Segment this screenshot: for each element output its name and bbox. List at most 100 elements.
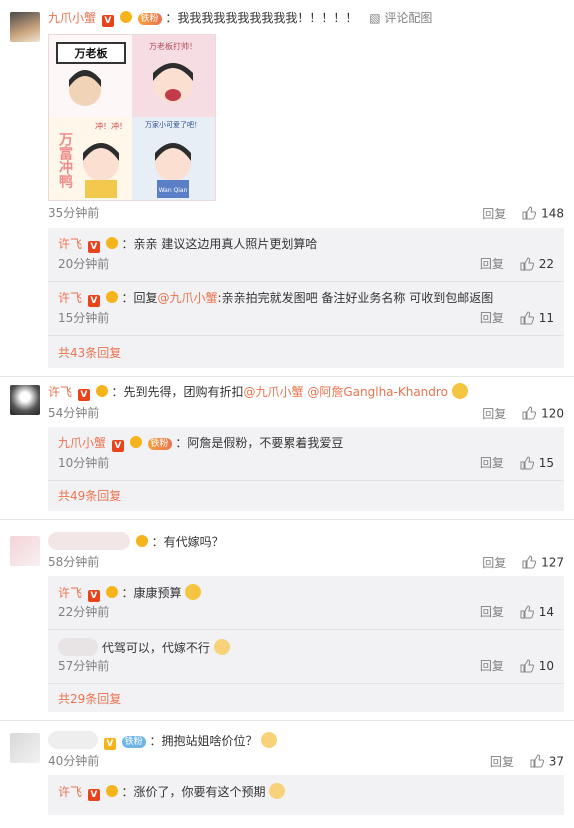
avatar[interactable]	[10, 385, 40, 415]
comment-item: 九爪小蟹 V 铁粉 ：我我我我我我我我我我！！！！！ ▧ 评论配图 万老板 万老…	[0, 0, 574, 377]
reply-username[interactable]: 九爪小蟹	[58, 436, 106, 450]
reply-button[interactable]: 回复	[482, 207, 506, 221]
image-text: Wan Qian	[159, 187, 188, 194]
reply-username[interactable]: 许飞	[58, 785, 82, 799]
image-icon: ▧	[369, 11, 381, 25]
like-button[interactable]: 37	[530, 754, 564, 769]
vip-crown-icon	[105, 291, 118, 303]
comment-line: 九爪小蟹 V 铁粉 ：我我我我我我我我我我！！！！！ ▧ 评论配图	[48, 10, 564, 27]
sweat-smile-emoji-icon	[185, 584, 202, 600]
reply-item: 许飞 V ：康康预算 22分钟前 回复 14	[48, 576, 564, 630]
like-count: 15	[538, 456, 554, 470]
like-count: 127	[541, 555, 564, 570]
like-button[interactable]: 14	[520, 605, 554, 619]
like-button[interactable]: 10	[520, 659, 554, 673]
verified-icon: V	[87, 789, 100, 801]
like-button[interactable]: 127	[522, 555, 564, 570]
like-button[interactable]: 11	[520, 311, 554, 325]
more-replies-link[interactable]: 共29条回复	[58, 684, 121, 714]
vip-crown-icon	[135, 535, 148, 547]
blurred-username[interactable]	[48, 731, 98, 749]
cat-emoji-icon	[269, 783, 286, 799]
fan-badge: 铁粉	[147, 438, 172, 450]
mention-link[interactable]: @九爪小蟹	[244, 385, 304, 399]
reply-text: ：康康预算	[121, 586, 182, 600]
like-count: 10	[538, 659, 554, 673]
comment-line: V 铁粉 ：拥抱站姐啥价位？	[48, 731, 564, 750]
like-button[interactable]: 15	[520, 456, 554, 470]
thumbs-up-icon	[520, 456, 534, 470]
like-count: 148	[541, 206, 564, 221]
like-count: 120	[541, 406, 564, 421]
thumbs-up-icon	[530, 754, 544, 768]
comment-username[interactable]: 九爪小蟹	[48, 11, 96, 25]
replies-box: 许飞 V ：亲亲 建议这边用真人照片更划算哈 20分钟前 回复 22 许飞 V …	[48, 228, 564, 368]
reply-item: 许飞 V ：涨价了，你要有这个预期	[48, 775, 564, 828]
comment-time: 58分钟前	[48, 555, 100, 569]
reply-text: :亲亲拍完就发图吧 备注好业务名称 可收到包邮返图	[217, 291, 494, 305]
reply-button[interactable]: 回复	[490, 755, 514, 769]
comment-line: 许飞 V ：先到先得，团购有折扣@九爪小蟹 @阿詹Ganglha-Khandro	[48, 383, 564, 401]
like-count: 11	[538, 311, 554, 325]
fan-badge: 铁粉	[137, 13, 162, 25]
reply-button[interactable]: 回复	[480, 605, 504, 619]
like-button[interactable]: 120	[522, 406, 564, 421]
comment-meta: 35分钟前 回复 148	[48, 205, 564, 221]
vip-crown-icon	[105, 586, 118, 598]
comment-image[interactable]: 万老板 万老板打帅！ 万富冲鸭 冲！冲！ 万家小可爱了吧！ Wan Qian	[48, 34, 216, 201]
thumbs-up-icon	[522, 206, 537, 220]
reply-item: 九爪小蟹 V 铁粉 ：阿詹是假粉，不要累着我爱豆 10分钟前 回复 15	[48, 427, 564, 481]
reply-item: 代驾可以，代嫁不行 57分钟前 回复 10	[48, 630, 564, 684]
image-text: 万老板	[74, 46, 109, 60]
reply-button[interactable]: 回复	[480, 456, 504, 470]
reply-button[interactable]: 回复	[480, 311, 504, 325]
reply-username[interactable]: 许飞	[58, 237, 82, 251]
reply-item: 许飞 V ：回复@九爪小蟹:亲亲拍完就发图吧 备注好业务名称 可收到包邮返图 1…	[48, 282, 564, 336]
verified-icon: V	[103, 738, 116, 750]
like-count: 22	[538, 257, 554, 271]
reply-username[interactable]: 许飞	[58, 586, 82, 600]
more-replies-link[interactable]: 共49条回复	[58, 481, 121, 511]
reply-button[interactable]: 回复	[480, 257, 504, 271]
avatar[interactable]	[10, 536, 40, 566]
blurred-username[interactable]	[58, 638, 98, 656]
thumbs-up-icon	[520, 311, 534, 325]
reply-item: 许飞 V ：亲亲 建议这边用真人照片更划算哈 20分钟前 回复 22	[48, 228, 564, 282]
thumbs-up-icon	[520, 659, 534, 673]
avatar[interactable]	[10, 733, 40, 763]
reply-text: ：亲亲 建议这边用真人照片更划算哈	[121, 237, 318, 251]
mention-link[interactable]: @阿詹Ganglha-Khandro	[307, 385, 448, 399]
reply-button[interactable]: 回复	[482, 407, 506, 421]
avatar[interactable]	[10, 12, 40, 42]
comment-time: 40分钟前	[48, 754, 100, 768]
cat-emoji-icon	[213, 639, 230, 655]
comment-meta: 54分钟前 回复 120	[48, 405, 564, 421]
like-count: 14	[538, 605, 554, 619]
comment-item: ：有代嫁吗？ 58分钟前 回复 127 许飞 V ：康康预算 22分钟前 回复 …	[0, 520, 574, 721]
comment-image-link[interactable]: ▧ 评论配图	[369, 11, 432, 25]
comment-text: ：先到先得，团购有折扣	[111, 385, 244, 399]
comment-meta: 40分钟前 回复 37	[48, 753, 564, 769]
comment-username[interactable]: 许飞	[48, 385, 72, 399]
reply-button[interactable]: 回复	[482, 556, 506, 570]
image-text: 冲！冲！	[95, 121, 127, 131]
like-button[interactable]: 22	[520, 257, 554, 271]
comment-text: ：我我我我我我我我我我！！！！！	[165, 11, 358, 25]
image-text: 万家小可爱了吧！	[145, 120, 201, 129]
verified-icon: V	[101, 15, 114, 27]
replies-box: 许飞 V ：康康预算 22分钟前 回复 14 代驾可以，代嫁不行 57分钟前 回…	[48, 576, 564, 712]
comment-meta: 58分钟前 回复 127	[48, 554, 564, 570]
reply-time: 10分钟前	[58, 456, 110, 470]
mention-link[interactable]: @九爪小蟹	[158, 291, 218, 305]
reply-button[interactable]: 回复	[480, 659, 504, 673]
like-button[interactable]: 148	[522, 206, 564, 221]
more-replies-link[interactable]: 共43条回复	[58, 338, 121, 368]
image-text: 万老板打帅！	[149, 41, 197, 51]
reply-username[interactable]: 许飞	[58, 291, 82, 305]
cat-emoji-icon	[261, 732, 278, 748]
verified-icon: V	[111, 440, 124, 452]
verified-icon: V	[87, 295, 100, 307]
comment-time: 54分钟前	[48, 406, 100, 420]
blurred-username[interactable]	[48, 532, 130, 550]
verified-icon: V	[77, 389, 90, 401]
